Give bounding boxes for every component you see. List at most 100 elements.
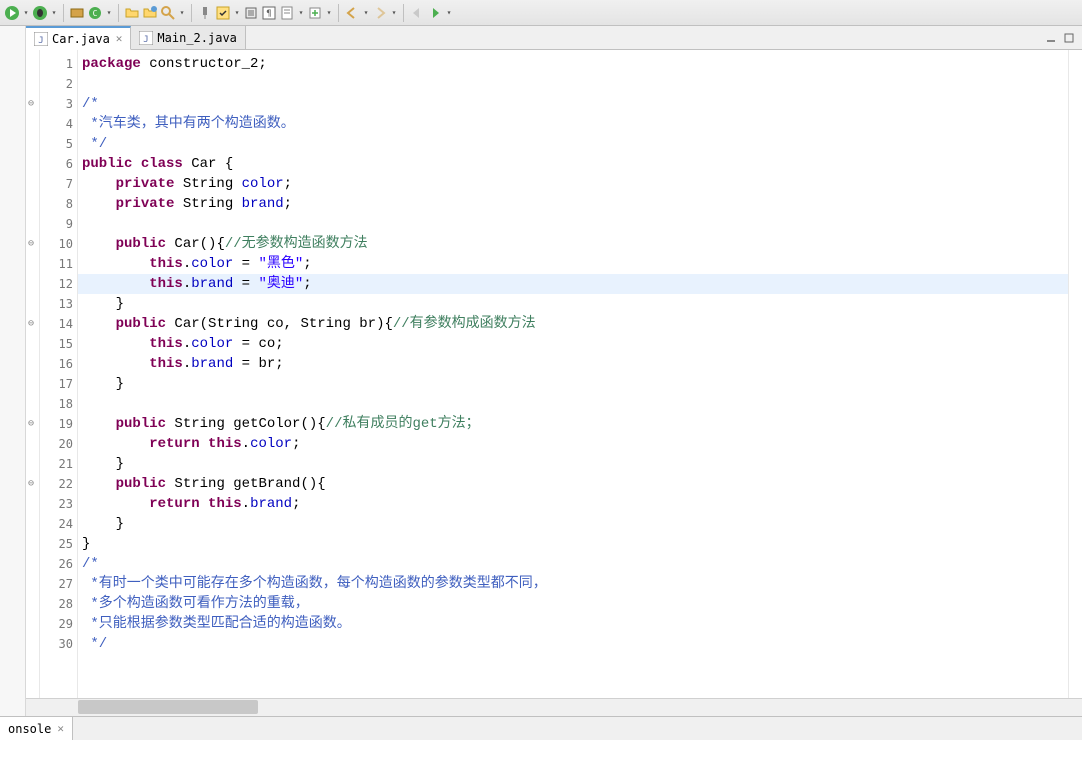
code-line[interactable]: private String brand; bbox=[78, 194, 1068, 214]
code-line[interactable]: public String getColor(){//私有成员的get方法； bbox=[78, 414, 1068, 434]
code-line[interactable]: *有时一个类中可能存在多个构造函数，每个构造函数的参数类型都不同， bbox=[78, 574, 1068, 594]
pin-icon[interactable] bbox=[197, 5, 213, 21]
dropdown-icon[interactable]: ▾ bbox=[362, 5, 370, 21]
line-number[interactable]: 24 bbox=[40, 514, 73, 534]
line-number[interactable]: 12 bbox=[40, 274, 73, 294]
dropdown-icon[interactable]: ▾ bbox=[22, 5, 30, 21]
code-line[interactable]: public Car(String co, String br){//有参数构成… bbox=[78, 314, 1068, 334]
console-tab[interactable]: onsole ✕ bbox=[0, 717, 73, 740]
line-number[interactable]: 9 bbox=[40, 214, 73, 234]
debug-icon[interactable] bbox=[32, 5, 48, 21]
line-number[interactable]: 1 bbox=[40, 54, 73, 74]
close-icon[interactable]: ✕ bbox=[116, 32, 123, 45]
line-number[interactable]: 28 bbox=[40, 594, 73, 614]
code-line[interactable]: this.brand = br; bbox=[78, 354, 1068, 374]
open-folder-icon[interactable] bbox=[124, 5, 140, 21]
line-number[interactable]: 20 bbox=[40, 434, 73, 454]
line-number[interactable]: 10 bbox=[40, 234, 73, 254]
new-class-icon[interactable]: C bbox=[87, 5, 103, 21]
code-line[interactable]: public Car(){//无参数构造函数方法 bbox=[78, 234, 1068, 254]
line-number[interactable]: 21 bbox=[40, 454, 73, 474]
line-number[interactable]: 26 bbox=[40, 554, 73, 574]
line-number[interactable]: 30 bbox=[40, 634, 73, 654]
line-number[interactable]: 18 bbox=[40, 394, 73, 414]
code-line[interactable]: this.brand = "奥迪"; bbox=[78, 274, 1068, 294]
line-number[interactable]: 3 bbox=[40, 94, 73, 114]
code-line[interactable]: this.color = co; bbox=[78, 334, 1068, 354]
code-line[interactable]: return this.brand; bbox=[78, 494, 1068, 514]
run-icon[interactable] bbox=[4, 5, 20, 21]
maximize-icon[interactable] bbox=[1062, 31, 1076, 45]
tab-main2-java[interactable]: J Main_2.java bbox=[131, 26, 245, 49]
dropdown-icon[interactable]: ▾ bbox=[297, 5, 305, 21]
code-line[interactable]: *只能根据参数类型匹配合适的构造函数。 bbox=[78, 614, 1068, 634]
code-body[interactable]: package constructor_2; /* *汽车类，其中有两个构造函数。… bbox=[78, 50, 1068, 698]
line-number[interactable]: 7 bbox=[40, 174, 73, 194]
forward-icon[interactable] bbox=[372, 5, 388, 21]
code-line[interactable]: } bbox=[78, 454, 1068, 474]
show-whitespace-icon[interactable]: ¶ bbox=[261, 5, 277, 21]
overview-ruler[interactable] bbox=[1068, 50, 1082, 698]
line-number[interactable]: 8 bbox=[40, 194, 73, 214]
block-select-icon[interactable] bbox=[243, 5, 259, 21]
code-line[interactable]: *多个构造函数可看作方法的重载， bbox=[78, 594, 1068, 614]
search-icon[interactable] bbox=[160, 5, 176, 21]
line-number[interactable]: 25 bbox=[40, 534, 73, 554]
line-number[interactable]: 4 bbox=[40, 114, 73, 134]
nav-back-icon[interactable] bbox=[409, 5, 425, 21]
code-line[interactable]: public String getBrand(){ bbox=[78, 474, 1068, 494]
line-number[interactable]: 23 bbox=[40, 494, 73, 514]
package-icon[interactable] bbox=[69, 5, 85, 21]
code-line[interactable]: /* bbox=[78, 554, 1068, 574]
code-line[interactable]: } bbox=[78, 514, 1068, 534]
task-icon[interactable] bbox=[279, 5, 295, 21]
code-line[interactable]: */ bbox=[78, 134, 1068, 154]
code-line[interactable]: *汽车类，其中有两个构造函数。 bbox=[78, 114, 1068, 134]
dropdown-icon[interactable]: ▾ bbox=[233, 5, 241, 21]
line-number[interactable]: 2 bbox=[40, 74, 73, 94]
line-number[interactable]: 17 bbox=[40, 374, 73, 394]
code-line[interactable]: /* bbox=[78, 94, 1068, 114]
line-number[interactable]: 22 bbox=[40, 474, 73, 494]
new-wizard-icon[interactable] bbox=[307, 5, 323, 21]
line-number[interactable]: 6 bbox=[40, 154, 73, 174]
line-number[interactable]: 19 bbox=[40, 414, 73, 434]
open-type-icon[interactable] bbox=[142, 5, 158, 21]
line-number[interactable]: 5 bbox=[40, 134, 73, 154]
back-icon[interactable] bbox=[344, 5, 360, 21]
line-number[interactable]: 29 bbox=[40, 614, 73, 634]
code-line[interactable]: } bbox=[78, 534, 1068, 554]
scrollbar-thumb[interactable] bbox=[78, 700, 258, 714]
code-line[interactable]: this.color = "黑色"; bbox=[78, 254, 1068, 274]
nav-forward-icon[interactable] bbox=[427, 5, 443, 21]
dropdown-icon[interactable]: ▾ bbox=[325, 5, 333, 21]
tab-car-java[interactable]: J Car.java ✕ bbox=[26, 26, 131, 50]
line-number[interactable]: 16 bbox=[40, 354, 73, 374]
line-number[interactable]: 14 bbox=[40, 314, 73, 334]
code-line[interactable]: } bbox=[78, 294, 1068, 314]
annotation-gutter[interactable] bbox=[26, 50, 40, 698]
code-line[interactable] bbox=[78, 74, 1068, 94]
dropdown-icon[interactable]: ▾ bbox=[105, 5, 113, 21]
code-line[interactable]: package constructor_2; bbox=[78, 54, 1068, 74]
toggle-mark-icon[interactable] bbox=[215, 5, 231, 21]
dropdown-icon[interactable]: ▾ bbox=[50, 5, 58, 21]
line-number[interactable]: 15 bbox=[40, 334, 73, 354]
code-line[interactable]: private String color; bbox=[78, 174, 1068, 194]
code-line[interactable] bbox=[78, 214, 1068, 234]
code-line[interactable] bbox=[78, 394, 1068, 414]
code-line[interactable]: public class Car { bbox=[78, 154, 1068, 174]
close-icon[interactable]: ✕ bbox=[57, 722, 64, 735]
line-number-gutter[interactable]: 1234567891011121314151617181920212223242… bbox=[40, 50, 78, 698]
dropdown-icon[interactable]: ▾ bbox=[390, 5, 398, 21]
line-number[interactable]: 11 bbox=[40, 254, 73, 274]
dropdown-icon[interactable]: ▾ bbox=[178, 5, 186, 21]
dropdown-icon[interactable]: ▾ bbox=[445, 5, 453, 21]
horizontal-scrollbar[interactable] bbox=[26, 698, 1082, 716]
code-line[interactable]: } bbox=[78, 374, 1068, 394]
line-number[interactable]: 13 bbox=[40, 294, 73, 314]
code-line[interactable]: */ bbox=[78, 634, 1068, 654]
line-number[interactable]: 27 bbox=[40, 574, 73, 594]
minimize-icon[interactable] bbox=[1044, 31, 1058, 45]
code-line[interactable]: return this.color; bbox=[78, 434, 1068, 454]
